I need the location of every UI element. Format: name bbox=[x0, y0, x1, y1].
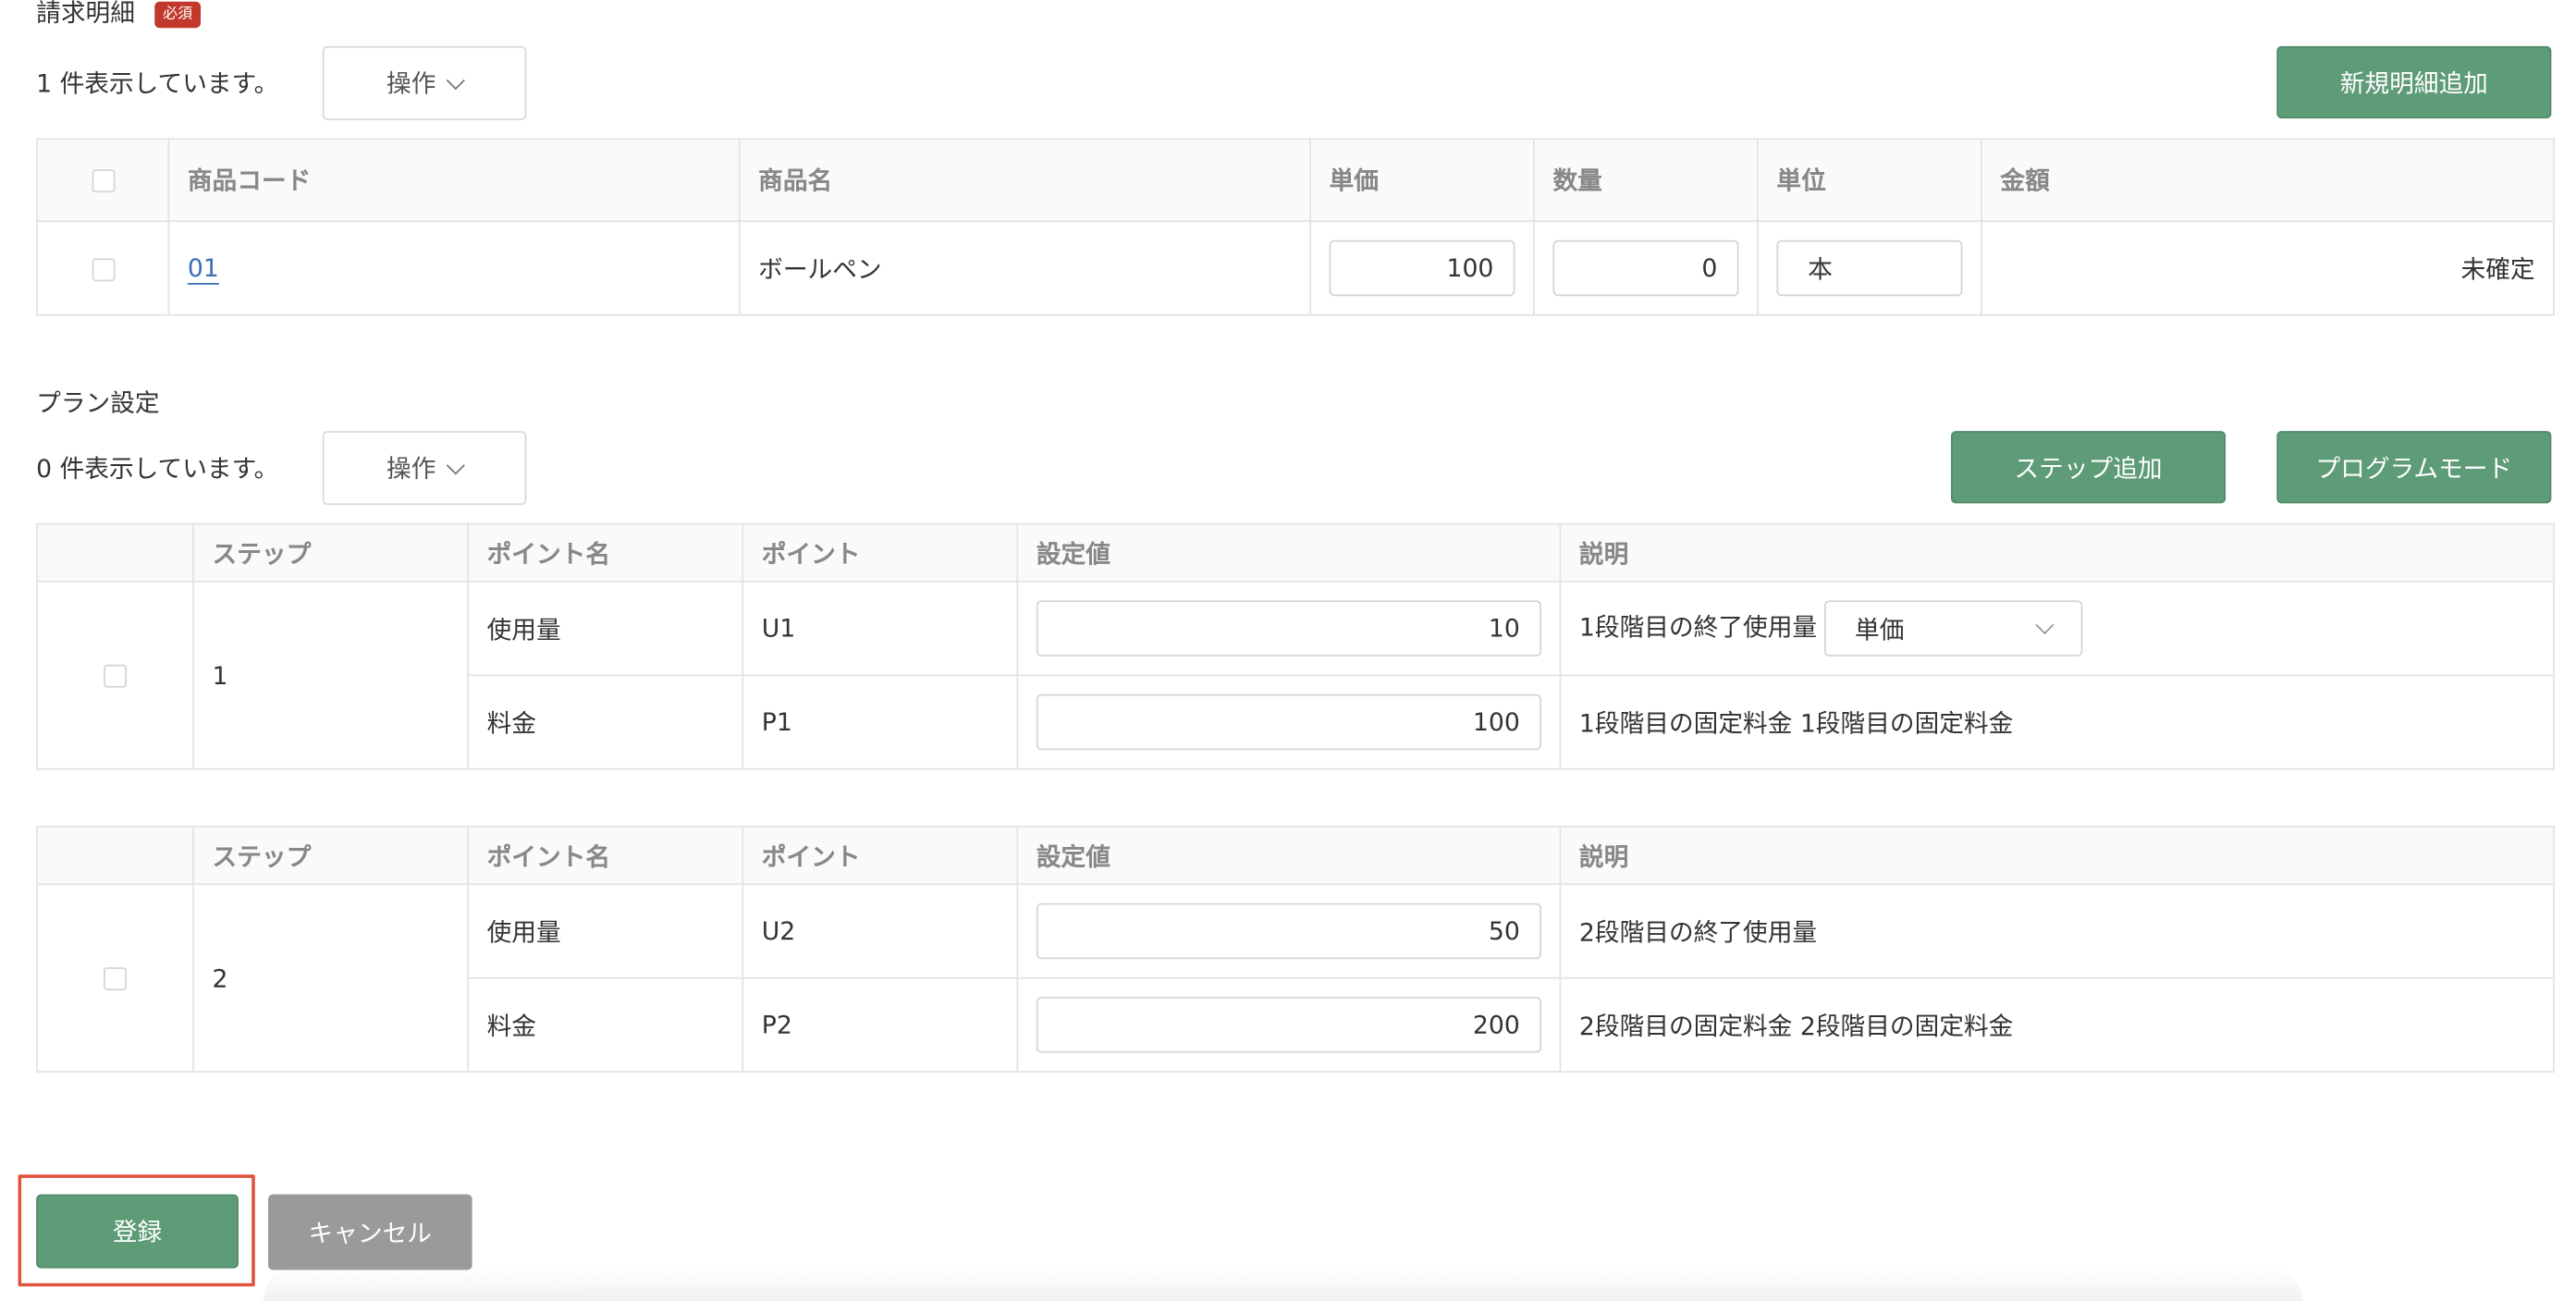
step-checkbox[interactable] bbox=[104, 967, 127, 991]
unit-cell bbox=[1757, 220, 1982, 316]
table-row: 2 使用量 U2 2段階目の終了使用量 bbox=[36, 883, 2555, 1073]
header-quantity: 数量 bbox=[1533, 138, 1759, 223]
price-type-select-value: 単価 bbox=[1855, 614, 1905, 644]
plan-step-table: ステップ ポイント名 ポイント 設定値 説明 2 使用量 U2 2段階目の終了使… bbox=[36, 826, 2555, 1073]
header-step: ステップ bbox=[192, 522, 470, 583]
billing-table: 商品コード 商品名 単価 数量 単位 金額 01 ボールペン 未確定 bbox=[36, 138, 2555, 316]
billing-title-text: 請求明細 bbox=[36, 0, 135, 29]
plan-header-row: ステップ ポイント名 ポイント 設定値 説明 bbox=[36, 826, 2555, 886]
product-code-link[interactable]: 01 bbox=[188, 253, 219, 283]
setting-value-input[interactable] bbox=[1036, 600, 1542, 657]
setting-value-input[interactable] bbox=[1036, 693, 1542, 751]
page: 請求明細 必須 1 件表示しています。 操作 新規明細追加 商品コード 商品名 単… bbox=[0, 0, 2576, 1301]
unit-input[interactable] bbox=[1776, 239, 1963, 297]
header-product-name: 商品名 bbox=[738, 138, 1311, 223]
step-add-button[interactable]: ステップ追加 bbox=[1951, 431, 2226, 504]
required-badge: 必須 bbox=[154, 1, 202, 29]
description-cell: 2段階目の固定料金 2段階目の固定料金 bbox=[1559, 976, 2555, 1073]
chevron-down-icon bbox=[446, 455, 465, 474]
plan-operations-dropdown[interactable]: 操作 bbox=[322, 431, 527, 506]
product-code-cell: 01 bbox=[167, 220, 741, 316]
billing-count-text: 1 件表示しています。 bbox=[36, 68, 279, 99]
setting-value-cell bbox=[1016, 976, 1562, 1073]
header-description: 説明 bbox=[1559, 826, 2555, 886]
billing-section-title: 請求明細 必須 bbox=[36, 0, 202, 30]
point-cell: P1 bbox=[742, 674, 1019, 770]
row-checkbox[interactable] bbox=[91, 257, 115, 281]
submit-button[interactable]: 登録 bbox=[36, 1194, 239, 1269]
header-point: ポイント bbox=[742, 826, 1019, 886]
quantity-input[interactable] bbox=[1552, 239, 1739, 297]
setting-value-cell bbox=[1016, 674, 1562, 770]
amount-cell: 未確定 bbox=[1981, 220, 2555, 316]
billing-header-row: 商品コード 商品名 単価 数量 単位 金額 bbox=[36, 138, 2555, 223]
header-setting-value: 設定値 bbox=[1016, 522, 1562, 583]
select-all-checkbox[interactable] bbox=[91, 169, 115, 193]
unit-price-input[interactable] bbox=[1329, 239, 1515, 297]
plan-count-text: 0 件表示しています。 bbox=[36, 454, 279, 485]
header-point: ポイント bbox=[742, 522, 1019, 583]
setting-value-cell bbox=[1016, 883, 1562, 979]
point-name-cell: 使用量 bbox=[467, 581, 744, 677]
step-checkbox[interactable] bbox=[104, 664, 127, 688]
price-type-select[interactable]: 単価 bbox=[1823, 600, 2082, 657]
description-cell: 1段階目の固定料金 1段階目の固定料金 bbox=[1559, 674, 2555, 770]
header-step: ステップ bbox=[192, 826, 470, 886]
step-number-cell: 2 bbox=[192, 883, 470, 1073]
point-cell: U2 bbox=[742, 883, 1019, 979]
header-point-name: ポイント名 bbox=[467, 522, 744, 583]
step-checkbox-cell bbox=[36, 883, 194, 1073]
table-row: 01 ボールペン 未確定 bbox=[36, 220, 2555, 316]
header-product-code: 商品コード bbox=[167, 138, 741, 223]
point-cell: U1 bbox=[742, 581, 1019, 677]
header-amount: 金額 bbox=[1981, 138, 2555, 223]
point-cell: P2 bbox=[742, 976, 1019, 1073]
row-checkbox-cell bbox=[36, 220, 170, 316]
cancel-button[interactable]: キャンセル bbox=[267, 1194, 472, 1270]
billing-operations-label: 操作 bbox=[386, 68, 436, 99]
plan-operations-label: 操作 bbox=[386, 454, 436, 485]
step-checkbox-cell bbox=[36, 581, 194, 770]
description-cell: 1段階目の終了使用量 単価 bbox=[1559, 581, 2555, 677]
description-cell: 2段階目の終了使用量 bbox=[1559, 883, 2555, 979]
setting-value-cell bbox=[1016, 581, 1562, 677]
header-blank bbox=[36, 522, 194, 583]
plan-step-table: ステップ ポイント名 ポイント 設定値 説明 1 使用量 U1 1段階目の終了使… bbox=[36, 522, 2555, 770]
plan-header-row: ステップ ポイント名 ポイント 設定値 説明 bbox=[36, 522, 2555, 583]
add-detail-button[interactable]: 新規明細追加 bbox=[2276, 45, 2552, 119]
bottom-shadow bbox=[263, 1266, 2303, 1301]
billing-operations-dropdown[interactable]: 操作 bbox=[322, 45, 527, 120]
point-name-cell: 料金 bbox=[467, 976, 744, 1073]
header-unit: 単位 bbox=[1757, 138, 1982, 223]
setting-value-input[interactable] bbox=[1036, 902, 1542, 960]
description-text: 1段階目の終了使用量 bbox=[1578, 612, 1818, 643]
step-number-cell: 1 bbox=[192, 581, 470, 770]
select-all-cell bbox=[36, 138, 170, 223]
product-name-cell: ボールペン bbox=[738, 220, 1311, 316]
quantity-cell bbox=[1533, 220, 1759, 316]
header-setting-value: 設定値 bbox=[1016, 826, 1562, 886]
setting-value-input[interactable] bbox=[1036, 997, 1542, 1053]
header-unit-price: 単価 bbox=[1309, 138, 1535, 223]
plan-section-title: プラン設定 bbox=[36, 387, 160, 418]
header-point-name: ポイント名 bbox=[467, 826, 744, 886]
header-description: 説明 bbox=[1559, 522, 2555, 583]
chevron-down-icon bbox=[446, 70, 465, 90]
point-name-cell: 料金 bbox=[467, 674, 744, 770]
header-blank bbox=[36, 826, 194, 886]
point-name-cell: 使用量 bbox=[467, 883, 744, 979]
table-row: 1 使用量 U1 1段階目の終了使用量 単価 bbox=[36, 581, 2555, 770]
chevron-down-icon bbox=[2034, 615, 2054, 635]
unit-price-cell bbox=[1309, 220, 1535, 316]
program-mode-button[interactable]: プログラムモード bbox=[2276, 431, 2552, 504]
